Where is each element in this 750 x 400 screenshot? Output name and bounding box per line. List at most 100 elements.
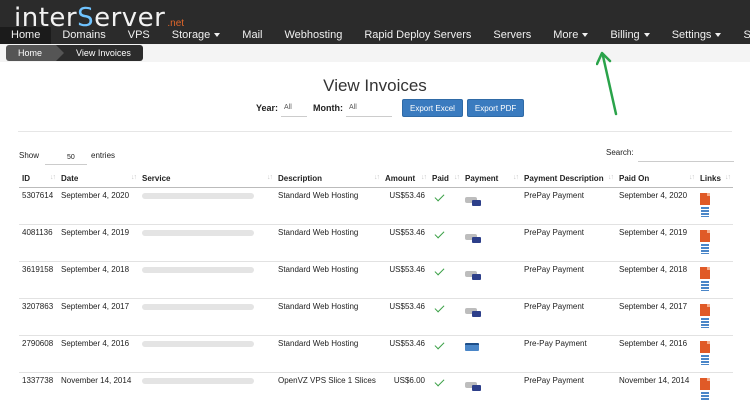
paid-cell (429, 223, 462, 261)
payment-description-cell: PrePay Payment (521, 223, 616, 261)
pdf-icon[interactable] (700, 340, 710, 353)
description-cell: Standard Web Hosting (275, 260, 382, 298)
table-body: 5307614 September 4, 2020 Standard Web Hos… (19, 187, 733, 400)
nav-domains[interactable]: Domains (51, 27, 116, 44)
show-label: Show (19, 150, 40, 160)
column-header-id[interactable]: ID ↓↑ (19, 170, 58, 188)
nav-settings[interactable]: Settings (661, 27, 733, 44)
paid-on-cell: September 4, 2016 (616, 334, 697, 372)
nav-home[interactable]: Home (0, 27, 52, 44)
invoice-id-cell[interactable]: 3207863 (19, 297, 58, 335)
payment-description-cell: PrePay Payment (524, 190, 585, 200)
show-entries: Show 50 entries (19, 148, 116, 165)
month-select[interactable]: All (346, 99, 393, 117)
cash-register-icon (465, 193, 481, 206)
entries-select[interactable]: 50 (45, 151, 88, 165)
column-header-payment-description[interactable]: Payment Description ↓↑ (521, 170, 616, 188)
nav-more[interactable]: More (542, 27, 599, 44)
nav-webhosting[interactable]: Webhosting (273, 27, 353, 44)
nav-vps[interactable]: VPS (117, 27, 161, 44)
pdf-icon[interactable] (700, 192, 710, 205)
column-header-service[interactable]: Service ↓↑ (139, 170, 275, 188)
month-label: Month: (313, 103, 344, 113)
invoice-filter: Year: All Month: All Export Excel Export… (256, 98, 525, 118)
cash-register-icon (465, 230, 481, 243)
invoice-id-cell[interactable]: 1337738 (19, 371, 58, 400)
search-input[interactable] (638, 148, 734, 162)
payment-cell (462, 187, 521, 224)
pdf-icon[interactable] (700, 266, 710, 279)
column-header-paid-on[interactable]: Paid On ↓↑ (616, 170, 697, 188)
payment-cell (462, 371, 521, 400)
column-header-links[interactable]: Links ↓↑ (697, 170, 733, 188)
redacted-service (142, 266, 254, 273)
nav-servers[interactable]: Servers (482, 27, 542, 44)
nav-mail[interactable]: Mail (231, 27, 273, 44)
paid-on-cell: September 4, 2019 (616, 223, 697, 261)
export-pdf-button[interactable]: Export PDF (466, 99, 525, 117)
column-header-amount[interactable]: Amount ↓↑ (382, 170, 429, 188)
sort-icon: ↓↑ (421, 174, 427, 181)
list-details-icon[interactable] (701, 391, 709, 400)
table-row: 4081136 September 4, 2019 Standard Web Hos… (19, 223, 733, 261)
cash-register-icon (465, 304, 481, 317)
year-select[interactable]: All (281, 99, 308, 117)
caret-down-icon (214, 33, 221, 38)
links-cell (697, 260, 733, 298)
table-row: 3207863 September 4, 2017 Standard Web Hos… (19, 297, 733, 335)
payment-description-cell: Pre-Pay Payment (521, 334, 616, 372)
description-cell: Standard Web Hosting (275, 223, 382, 261)
column-header-description[interactable]: Description ↓↑ (275, 170, 382, 188)
paid-on-cell: September 4, 2017 (616, 297, 697, 335)
cash-register-icon (465, 267, 481, 280)
list-details-icon[interactable] (701, 354, 709, 365)
breadcrumb-home[interactable]: Home (6, 45, 65, 61)
entries-label: entries (91, 150, 116, 160)
year-label: Year: (256, 103, 279, 113)
export-excel-button[interactable]: Export Excel (402, 99, 463, 117)
checkmark-icon (434, 376, 445, 386)
pdf-icon[interactable] (700, 229, 710, 242)
pdf-icon[interactable] (700, 303, 710, 316)
invoice-id-cell[interactable]: 2790608 (19, 334, 58, 372)
column-header-paid[interactable]: Paid ↓↑ (429, 170, 462, 188)
paid-on-cell: November 14, 2014 (616, 371, 697, 400)
list-details-icon[interactable] (701, 206, 709, 217)
service-cell (139, 187, 275, 224)
date-cell: September 4, 2020 (61, 190, 130, 200)
sort-icon: ↓↑ (131, 174, 137, 181)
links-cell (697, 371, 733, 400)
description-cell: Standard Web Hosting (275, 297, 382, 335)
column-header-payment[interactable]: Payment ↓↑ (462, 170, 521, 188)
checkmark-icon (434, 339, 445, 349)
date-cell: September 4, 2018 (58, 260, 139, 298)
invoice-id-cell[interactable]: 5307614 (19, 187, 58, 224)
date-cell: November 14, 2014 (58, 371, 139, 400)
column-header-date[interactable]: Date ↓↑ (58, 170, 139, 188)
invoice-id-cell[interactable]: 3619158 (19, 260, 58, 298)
sort-icon: ↓↑ (267, 174, 273, 181)
nav-support[interactable]: Support (732, 27, 750, 44)
pdf-icon[interactable] (700, 377, 710, 390)
redacted-service (142, 340, 254, 347)
nav-rapid-deploy-servers[interactable]: Rapid Deploy Servers (353, 27, 482, 44)
nav-storage[interactable]: Storage (161, 27, 232, 44)
paid-on-cell: September 4, 2020 (619, 190, 688, 200)
invoice-id-cell[interactable]: 4081136 (19, 223, 58, 261)
description-cell: Standard Web Hosting (278, 190, 359, 200)
nav-billing[interactable]: Billing (599, 27, 660, 44)
page-title: View Invoices (323, 76, 427, 95)
table-row: 3619158 September 4, 2018 Standard Web Hos… (19, 260, 733, 298)
paid-cell (429, 371, 462, 400)
list-details-icon[interactable] (701, 317, 709, 328)
caret-down-icon (582, 33, 589, 38)
list-details-icon[interactable] (701, 280, 709, 291)
payment-cell (462, 260, 521, 298)
amount-cell: US$53.46 (382, 334, 429, 372)
site-header: interServer .net Home Domains VPS Storage Ma… (0, 0, 750, 44)
links-cell (697, 223, 733, 261)
search-label: Search: (606, 148, 634, 157)
links-cell (697, 297, 733, 335)
list-details-icon[interactable] (701, 243, 709, 254)
divider (18, 131, 732, 132)
